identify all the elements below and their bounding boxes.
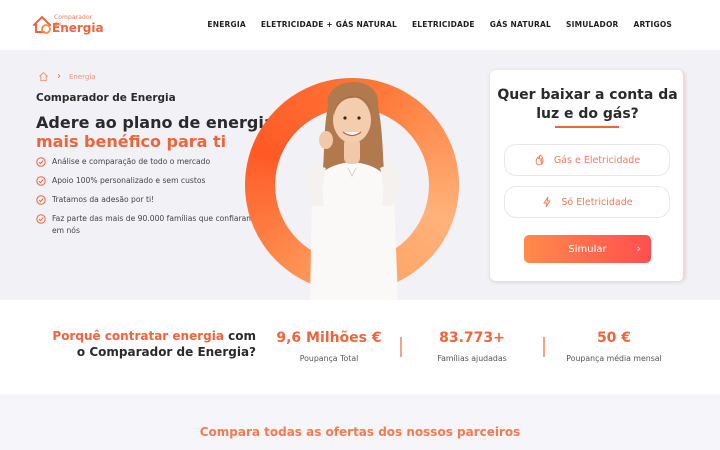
hero-title-line1: Adere ao plano de energia <box>36 113 275 132</box>
list-item: Faz parte das mais de 90.000 famílias qu… <box>36 213 256 237</box>
stat-value: 83.773+ <box>439 330 505 346</box>
house-plug-icon <box>33 15 51 34</box>
breadcrumb: › Energia <box>38 71 96 82</box>
feature-text: Análise e comparação de todo o mercado <box>52 157 211 166</box>
option-electricity-label: Só Eletricidade <box>561 196 633 208</box>
nav-simulador[interactable]: SIMULADOR <box>566 20 619 29</box>
stat-label: Poupança média mensal <box>566 354 662 363</box>
hero-section: › Energia Comparador de Energia Adere ao… <box>0 50 720 300</box>
why-heading-accent: Porquê contratar energia <box>52 329 224 343</box>
chevron-right-icon: › <box>57 71 61 82</box>
main-nav: ENERGIA ELETRICIDADE + GÁS NATURAL ELETR… <box>207 20 672 29</box>
nav-artigos[interactable]: ARTIGOS <box>634 20 672 29</box>
partners-title: Compara todas as ofertas dos nossos parc… <box>199 425 521 439</box>
option-electricity[interactable]: Só Eletricidade <box>504 186 670 218</box>
simulator-card: Quer baixar a conta da luz e do gás? Gás… <box>490 70 685 281</box>
home-icon[interactable] <box>38 71 49 82</box>
simular-button[interactable]: Simular › <box>524 235 651 263</box>
stat-label: Poupança Total <box>299 354 359 363</box>
nav-eletricidade[interactable]: ELETRICIDADE <box>412 20 475 29</box>
flame-bolt-icon <box>535 154 544 166</box>
hero-title: Adere ao plano de energia mais benéfico … <box>36 113 275 151</box>
stat-monthly-savings: 50 € Poupança média mensal <box>549 330 679 363</box>
check-circle-icon <box>36 176 46 186</box>
partners-section: Compara todas as ofertas dos nossos parc… <box>0 394 720 450</box>
list-item: Apoio 100% personalizado e sem custos <box>36 175 256 187</box>
feature-list: Análise e comparação de todo o mercado A… <box>36 156 256 244</box>
option-gas-electricity-label: Gás e Eletricidade <box>553 154 641 166</box>
breadcrumb-current[interactable]: Energia <box>69 73 96 81</box>
chevron-right-icon: › <box>636 242 641 255</box>
hero-subtitle: Comparador de Energia <box>36 92 176 104</box>
stat-value: 9,6 Milhões € <box>276 330 382 346</box>
why-heading: Porquê contratar energia com o Comparado… <box>46 329 256 360</box>
card-title: Quer baixar a conta da luz e do gás? <box>497 87 678 122</box>
bolt-icon <box>543 196 552 208</box>
site-header: Comparador de Energia ENERGIA ELETRICIDA… <box>0 0 720 50</box>
logo[interactable]: Comparador de Energia <box>30 12 104 38</box>
option-gas-electricity[interactable]: Gás e Eletricidade <box>504 144 670 176</box>
feature-text: Faz parte das mais de 90.000 famílias qu… <box>52 214 254 235</box>
nav-energia[interactable]: ENERGIA <box>207 20 245 29</box>
hero-title-line2: mais benéfico para ti <box>36 132 227 151</box>
list-item: Tratamos da adesão por ti! <box>36 194 256 206</box>
list-item: Análise e comparação de todo o mercado <box>36 156 256 168</box>
logo-big-text: Energia <box>52 21 104 35</box>
hero-woman-illustration <box>306 81 400 300</box>
check-circle-icon <box>36 195 46 205</box>
feature-text: Apoio 100% personalizado e sem custos <box>52 176 206 185</box>
check-circle-icon <box>36 157 46 167</box>
stat-total-savings: 9,6 Milhões € Poupança Total <box>264 330 394 363</box>
stat-label: Famílias ajudadas <box>437 354 507 363</box>
divider <box>543 337 545 357</box>
feature-text: Tratamos da adesão por ti! <box>52 195 155 204</box>
divider <box>400 337 402 357</box>
stat-families: 83.773+ Famílias ajudadas <box>407 330 537 363</box>
check-circle-icon <box>36 214 46 224</box>
stat-value: 50 € <box>596 330 632 346</box>
stats-section: Porquê contratar energia com o Comparado… <box>0 300 720 394</box>
nav-gas-natural[interactable]: GÁS NATURAL <box>490 20 551 29</box>
nav-eletricidade-gas[interactable]: ELETRICIDADE + GÁS NATURAL <box>261 20 397 29</box>
simular-button-label: Simular <box>568 243 607 255</box>
title-underline <box>555 126 619 128</box>
